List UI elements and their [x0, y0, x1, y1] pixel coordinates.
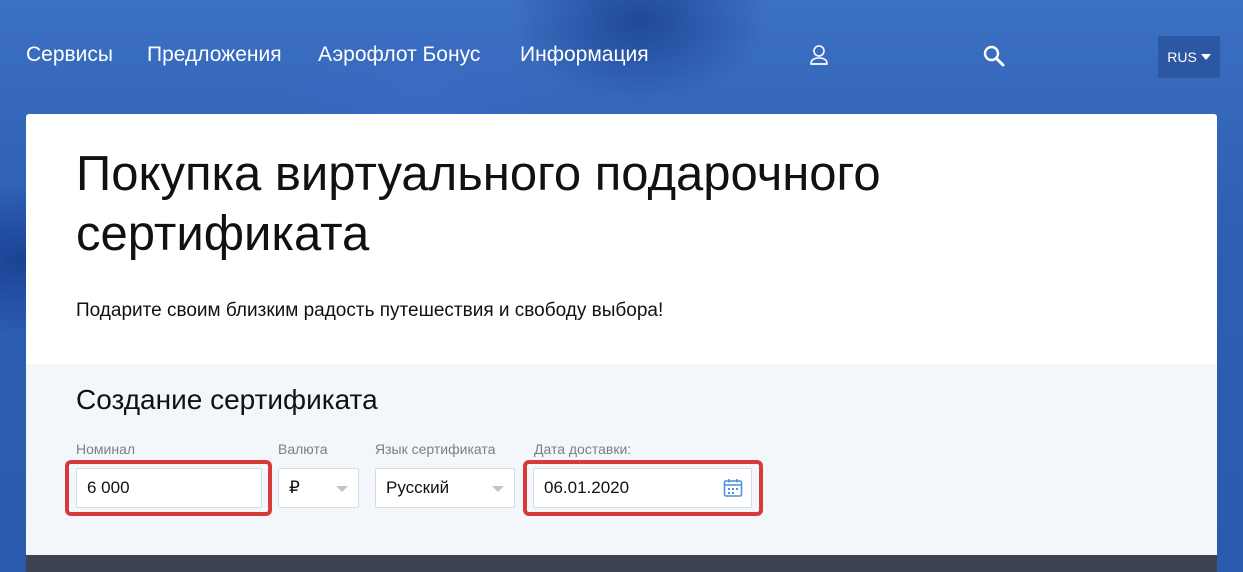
- nav-item-information[interactable]: Информация: [520, 43, 649, 67]
- currency-label: Валюта: [278, 441, 328, 457]
- page-title: Покупка виртуального подарочного сертифи…: [76, 147, 881, 261]
- nominal-input[interactable]: 6 000: [76, 468, 262, 508]
- certificate-card: Покупка виртуального подарочного сертифи…: [26, 114, 1217, 572]
- nav-item-offers[interactable]: Предложения: [147, 43, 282, 67]
- calendar-icon[interactable]: [723, 478, 743, 503]
- footer-bar: [26, 555, 1217, 572]
- delivery-date-label: Дата доставки:: [534, 441, 632, 457]
- page-subtitle: Подарите своим близким радость путешеств…: [76, 300, 664, 321]
- delivery-date-value: 06.01.2020: [544, 478, 630, 497]
- certificate-language-label: Язык сертификата: [375, 441, 496, 457]
- form-section-title: Создание сертификата: [76, 384, 378, 415]
- delivery-date-input[interactable]: 06.01.2020: [533, 468, 752, 508]
- nominal-label: Номинал: [76, 441, 136, 457]
- certificate-language-value: Русский: [386, 478, 450, 497]
- chevron-down-icon: [1200, 54, 1211, 60]
- currency-value: ₽: [289, 478, 300, 497]
- certificate-language-select[interactable]: Русский: [375, 468, 515, 508]
- currency-select[interactable]: ₽: [278, 468, 359, 508]
- search-icon[interactable]: [982, 44, 1006, 73]
- language-label: RUS: [1167, 49, 1197, 65]
- nav-item-services[interactable]: Сервисы: [26, 43, 113, 67]
- chevron-down-icon: [492, 486, 504, 492]
- nav-item-aeroflot-bonus[interactable]: Аэрофлот Бонус: [318, 43, 480, 67]
- nominal-value: 6 000: [87, 478, 130, 497]
- top-navigation: Сервисы Предложения Аэрофлот Бонус Инфор…: [0, 0, 1243, 112]
- chevron-down-icon: [336, 486, 348, 492]
- language-selector[interactable]: RUS: [1158, 36, 1220, 78]
- certificate-form: Создание сертификата Номинал 6 000 Валют…: [26, 364, 1217, 555]
- user-icon[interactable]: [808, 43, 830, 72]
